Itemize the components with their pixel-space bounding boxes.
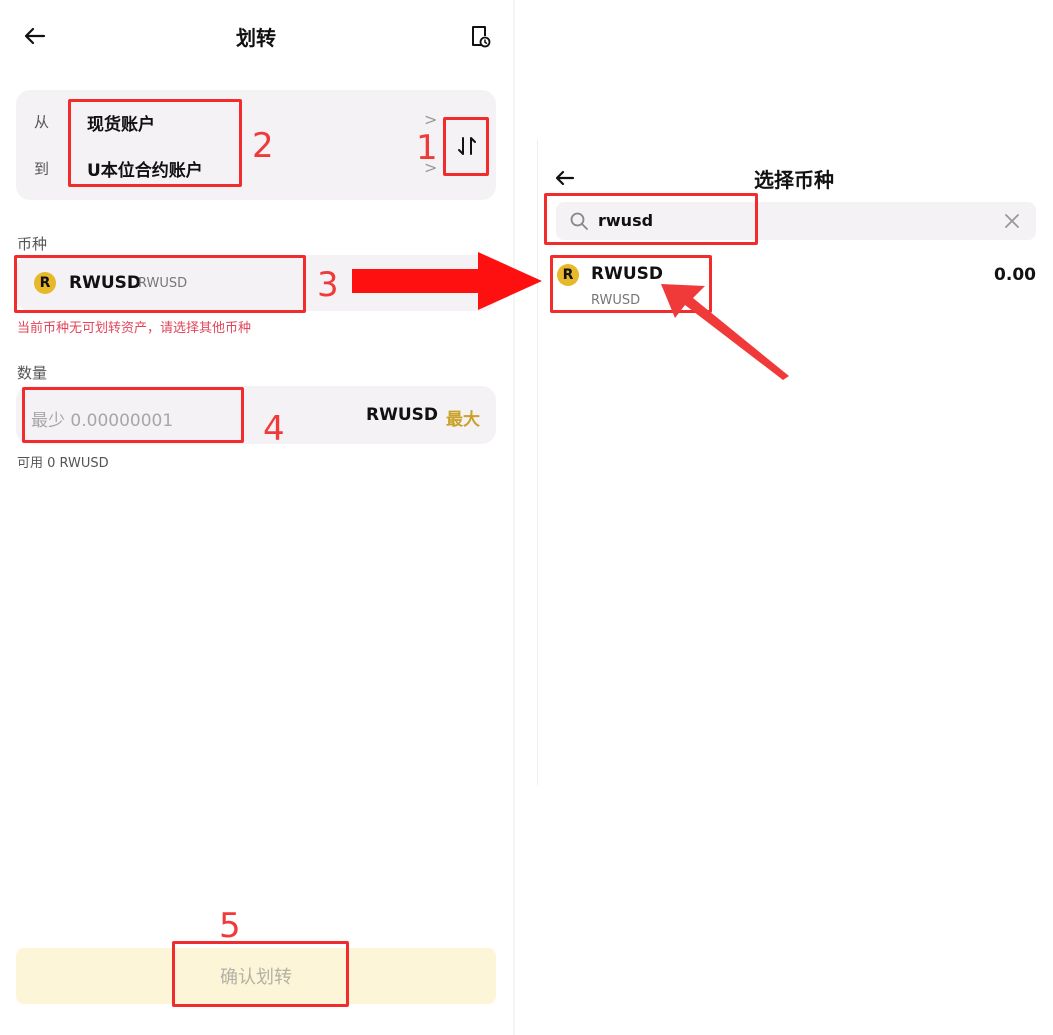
annotation-arrow-diagonal (661, 284, 789, 380)
annotation-box-swap (443, 117, 489, 176)
annotation-box-accounts (68, 99, 242, 187)
from-label: 从 (34, 113, 50, 131)
annotation-number: 4 (263, 409, 285, 449)
arrow-left-icon (555, 170, 575, 186)
annotation-number: 1 (416, 128, 438, 168)
to-label: 到 (34, 160, 50, 178)
annotation-arrow-right (352, 252, 542, 310)
annotation-box-search (544, 193, 758, 245)
back-button[interactable] (20, 22, 50, 50)
history-button[interactable] (466, 22, 494, 50)
annotation-number: 3 (317, 265, 339, 305)
amount-section-label: 数量 (17, 364, 48, 382)
annotation-box-confirm (172, 941, 349, 1007)
panel-divider (513, 0, 515, 1035)
annotation-number: 5 (219, 906, 241, 946)
amount-unit: RWUSD (366, 405, 439, 425)
back-button[interactable] (552, 166, 578, 190)
right-panel-edge (537, 140, 538, 785)
annotation-box-amount (22, 387, 244, 443)
annotation-number: 2 (252, 126, 274, 166)
close-icon[interactable] (1004, 213, 1020, 229)
coin-section-label: 币种 (17, 235, 48, 253)
page-title: 划转 (236, 26, 276, 50)
page-title: 选择币种 (754, 168, 834, 192)
result-balance: 0.00 (994, 265, 1036, 285)
chevron-right-icon[interactable]: > (424, 110, 437, 129)
annotation-box-coin (14, 255, 306, 313)
available-balance: 可用 0 RWUSD (17, 456, 109, 471)
document-clock-icon (472, 26, 491, 48)
arrow-left-icon (24, 27, 46, 45)
max-button[interactable]: 最大 (446, 405, 480, 430)
coin-warning: 当前币种无可划转资产，请选择其他币种 (17, 321, 252, 336)
